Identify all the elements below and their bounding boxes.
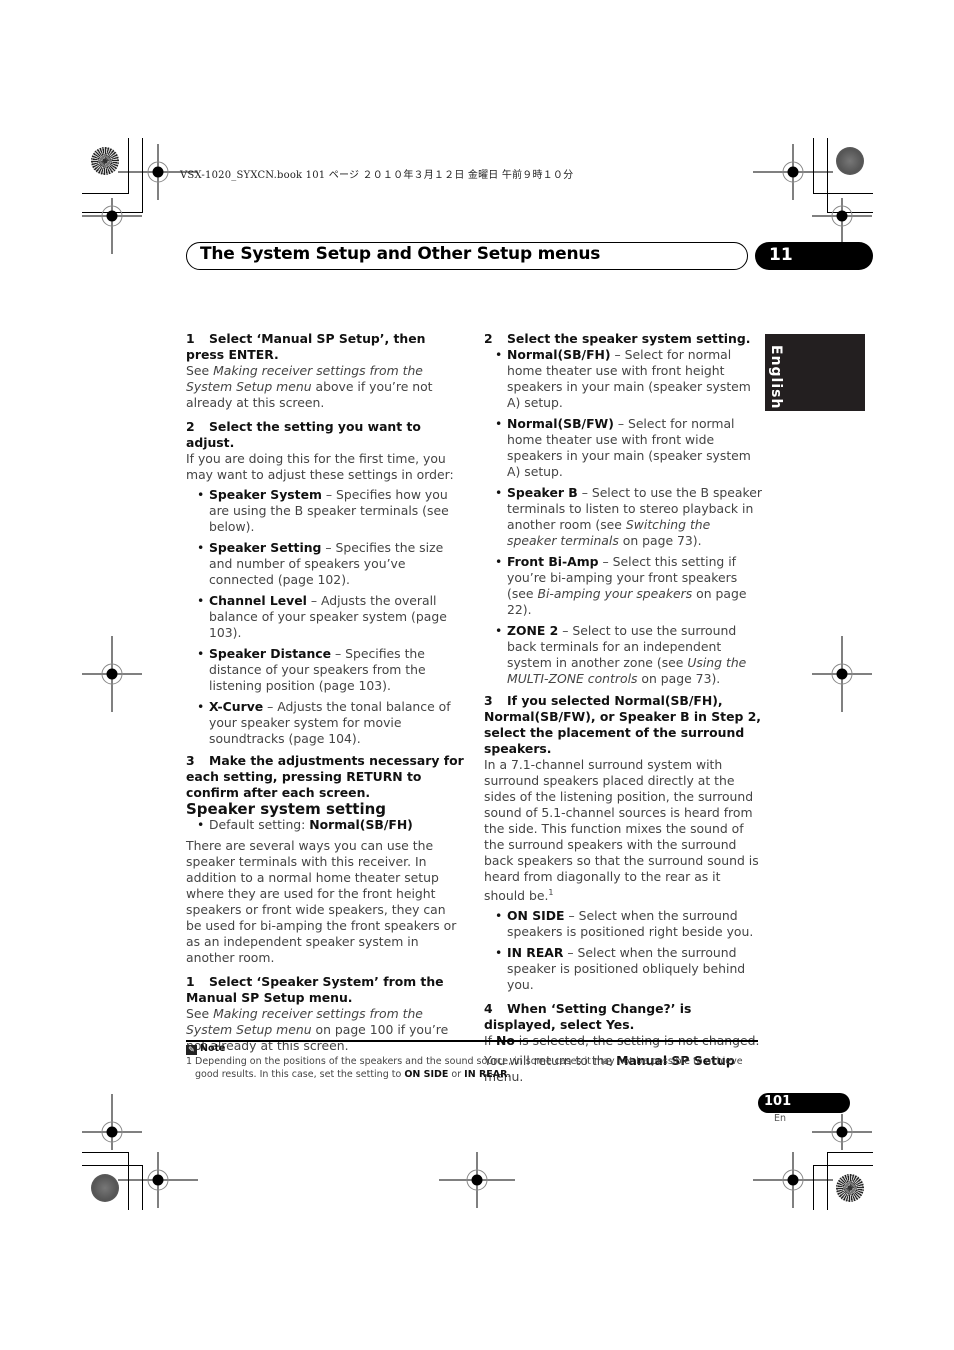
step-heading: 1 Select ‘Speaker System’ from the Manual… <box>186 974 444 1005</box>
step-heading: 3 Make the adjustments necessary for each… <box>186 753 464 800</box>
registration-mark-icon <box>753 144 833 200</box>
pencil-icon: ✎ <box>186 1045 197 1055</box>
step-body: In a 7.1-channel surround system with su… <box>484 757 759 904</box>
registration-mark-icon <box>812 636 872 712</box>
list-item: Channel Level – Adjusts the overall bala… <box>186 593 464 641</box>
chapter-title: The System Setup and Other Setup menus <box>200 244 601 264</box>
note-divider <box>186 1040 758 1042</box>
note-heading: ✎ Note <box>186 1043 225 1055</box>
list-item: Normal(SB/FH) – Select for normal home t… <box>484 347 762 411</box>
step-body: If you are doing this for the first time… <box>186 451 454 482</box>
list-item: Default setting: Normal(SB/FH) <box>186 817 464 833</box>
footnote-ref: 1 <box>548 888 554 897</box>
chapter-number: 11 <box>769 245 793 265</box>
default-setting: Default setting: Normal(SB/FH) <box>186 817 464 833</box>
registration-mark-icon <box>82 636 142 712</box>
registration-marks <box>82 144 872 1208</box>
registration-mark-icon <box>812 198 872 242</box>
registration-mark-icon <box>753 1152 833 1208</box>
list-item: Normal(SB/FW) – Select for normal home t… <box>484 416 762 480</box>
list-item: X-Curve – Adjusts the tonal balance of y… <box>186 699 464 747</box>
page-language-code: En <box>774 1113 787 1124</box>
list-item: Speaker Distance – Specifies the distanc… <box>186 646 464 694</box>
step-heading: 3 If you selected Normal(SB/FH), Normal(S… <box>484 693 762 756</box>
print-header-meta: VSX-1020_SYXCN.book 101 ページ ２０１０年３月１２日 金… <box>180 170 574 181</box>
step-heading: 2 Select the speaker system setting. <box>484 331 751 346</box>
list-item: Speaker B – Select to use the B speaker … <box>484 485 762 549</box>
language-tab-label: English <box>768 345 784 410</box>
list-item: ZONE 2 – Select to use the surround back… <box>484 623 762 687</box>
registration-mark-icon <box>812 1114 872 1150</box>
step-heading: 1 Select ‘Manual SP Setup’, then press EN… <box>186 331 426 362</box>
step-body: See Making receiver settings from the Sy… <box>186 1006 449 1053</box>
list-item: Front Bi-Amp – Select this setting if yo… <box>484 554 762 618</box>
footnote: 1 Depending on the positions of the spea… <box>186 1056 743 1080</box>
list-item: IN REAR – Select when the surround speak… <box>484 945 762 993</box>
step-body: See Making receiver settings from the Sy… <box>186 363 433 410</box>
left-column: 1 Select ‘Manual SP Setup’, then press EN… <box>186 331 464 1054</box>
registration-mark-icon <box>82 198 142 254</box>
speaker-system-options: Normal(SB/FH) – Select for normal home t… <box>484 347 762 687</box>
registration-mark-icon <box>118 1152 198 1208</box>
registration-mark-icon <box>82 1094 142 1150</box>
placement-options: ON SIDE – Select when the surround speak… <box>484 908 762 993</box>
page-number: 101 <box>764 1094 792 1109</box>
cross-reference: Bi-amping your speakers <box>537 586 693 601</box>
step-heading: 4 When ‘Setting Change?’ is displayed, se… <box>484 1001 692 1033</box>
list-item: ON SIDE – Select when the surround speak… <box>484 908 762 940</box>
section-body: There are several ways you can use the s… <box>186 838 457 965</box>
settings-list: Speaker System – Specifies how you are u… <box>186 487 464 747</box>
list-item: Speaker Setting – Specifies the size and… <box>186 540 464 588</box>
step-heading: 2 Select the setting you want to adjust. <box>186 419 421 450</box>
list-item: Speaker System – Specifies how you are u… <box>186 487 464 535</box>
section-heading: Speaker system setting <box>186 800 387 818</box>
registration-mark-icon <box>439 1152 515 1208</box>
right-column: 2Select the speaker system setting. Norm… <box>484 331 762 1085</box>
